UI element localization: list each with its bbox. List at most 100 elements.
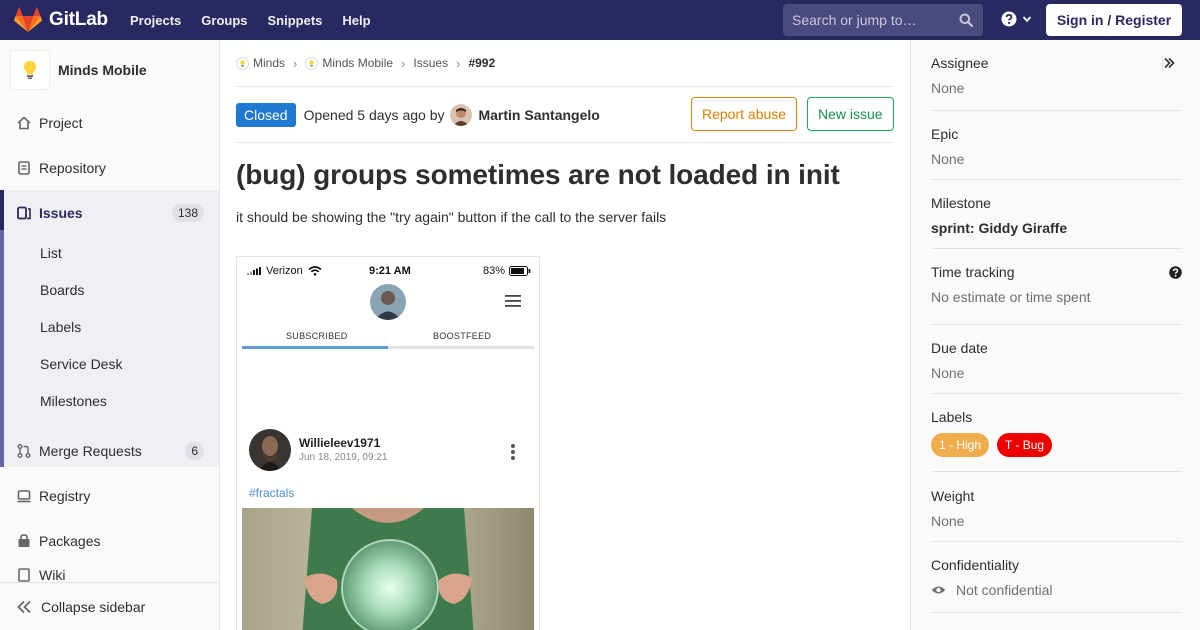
battery-icon: [509, 266, 531, 276]
sidebar-item-label: Wiki: [39, 567, 66, 582]
phone-battery-percent: 83%: [482, 265, 505, 277]
search-box: [783, 4, 983, 36]
milestone-title: Milestone: [931, 195, 991, 211]
milestone-block: Milestone sprint: Giddy Giraffe: [931, 195, 1182, 249]
phone-post-username: Willieleev1971: [299, 436, 381, 450]
author-name[interactable]: Martin Santangelo: [478, 107, 599, 123]
breadcrumb-issues[interactable]: Issues: [413, 56, 448, 70]
book-icon: [18, 568, 30, 582]
sidebar-item-label: Issues: [39, 204, 83, 221]
phone-time: 9:21 AM: [369, 265, 411, 277]
milestone-value[interactable]: sprint: Giddy Giraffe: [931, 220, 1182, 236]
more-options-icon: [511, 444, 515, 460]
sidebar-item-wiki[interactable]: Wiki: [0, 563, 219, 582]
new-issue-button[interactable]: New issue: [807, 97, 894, 131]
sidebar-item-registry[interactable]: Registry: [0, 473, 219, 518]
expand-sidebar-icon[interactable]: [1163, 57, 1175, 69]
nav-help[interactable]: Help: [342, 13, 370, 28]
phone-post-image: [242, 508, 534, 630]
attached-screenshot[interactable]: Verizon 9:21 AM 83% SUBSCRIBED BOOSTFEED…: [236, 256, 540, 630]
phone-profile-avatar: [370, 284, 406, 320]
sidebar-item-merge-requests[interactable]: Merge Requests 6: [0, 428, 219, 473]
doc-icon: [18, 160, 30, 175]
project-avatar-icon: [305, 56, 319, 70]
issue-header: Closed Opened 5 days ago by Martin Santa…: [236, 87, 894, 143]
status-badge: Closed: [236, 102, 296, 127]
registry-icon: [17, 489, 31, 502]
phone-tab-boostfeed: BOOSTFEED: [433, 331, 492, 341]
phone-feed-tabs: SUBSCRIBED BOOSTFEED: [242, 329, 534, 349]
time-tracking-title: Time tracking: [931, 264, 1015, 280]
issue-title: (bug) groups sometimes are not loaded in…: [236, 159, 840, 190]
phone-post-avatar: [249, 429, 291, 471]
collapse-sidebar-button[interactable]: Collapse sidebar: [0, 582, 219, 630]
breadcrumb-minds[interactable]: Minds: [253, 56, 285, 70]
sidebar-item-project[interactable]: Project: [0, 100, 219, 145]
epic-block: Epic None: [931, 126, 1182, 180]
due-date-block: Due date None: [931, 340, 1182, 394]
author-avatar[interactable]: [450, 103, 473, 126]
report-abuse-button[interactable]: Report abuse: [691, 97, 798, 131]
confidentiality-value: Not confidential: [956, 582, 1053, 598]
sidebar-item-label: Project: [39, 114, 83, 131]
search-input[interactable]: [792, 12, 957, 28]
merge-requests-count-badge: 6: [185, 442, 204, 460]
issue-content: Minds › Minds Mobile › Issues › #992 Clo…: [236, 40, 894, 630]
nav-snippets[interactable]: Snippets: [268, 13, 323, 28]
weight-block: Weight None: [931, 488, 1182, 542]
breadcrumb-issue-number[interactable]: #992: [468, 56, 495, 70]
submenu-labels[interactable]: Labels: [40, 319, 81, 335]
gitlab-home-link[interactable]: GitLab: [14, 7, 108, 33]
issue-sidebar: Assignee None Epic None Milestone sprint…: [910, 40, 1200, 630]
chevron-down-icon: [1022, 16, 1032, 23]
sidebar-item-label: Registry: [39, 487, 91, 504]
issues-icon: [17, 206, 31, 219]
sign-in-register-button[interactable]: Sign in / Register: [1046, 4, 1182, 36]
nav-projects[interactable]: Projects: [130, 13, 181, 28]
phone-tab-subscribed: SUBSCRIBED: [286, 331, 348, 341]
home-icon: [17, 115, 31, 129]
sidebar-item-repository[interactable]: Repository: [0, 145, 219, 190]
project-header[interactable]: Minds Mobile: [0, 40, 219, 100]
breadcrumb-separator: ›: [293, 55, 298, 71]
merge-icon: [17, 443, 31, 458]
sidebar-item-label: Repository: [39, 159, 106, 176]
breadcrumb: Minds › Minds Mobile › Issues › #992: [236, 40, 894, 87]
sidebar-item-label: Merge Requests: [39, 442, 142, 459]
assignee-title: Assignee: [931, 55, 989, 71]
submenu-list[interactable]: List: [40, 245, 62, 261]
confidentiality-title: Confidentiality: [931, 557, 1019, 573]
project-name: Minds Mobile: [58, 62, 147, 78]
submenu-service-desk[interactable]: Service Desk: [40, 356, 122, 372]
help-dropdown[interactable]: [1001, 11, 1032, 27]
collapse-sidebar-label: Collapse sidebar: [41, 598, 146, 615]
opened-text: Opened 5 days ago by: [303, 106, 445, 123]
confidentiality-block: Confidentiality Not confidential: [931, 557, 1182, 613]
breadcrumb-minds-mobile[interactable]: Minds Mobile: [322, 56, 393, 70]
due-date-value: None: [931, 365, 965, 381]
label-bug[interactable]: T - Bug: [996, 433, 1053, 457]
submenu-boards[interactable]: Boards: [40, 282, 84, 298]
phone-carrier: Verizon: [266, 265, 303, 277]
sidebar-item-packages[interactable]: Packages: [0, 518, 219, 563]
active-tab-indicator: [242, 346, 388, 349]
lightbulb-icon: [24, 61, 36, 79]
search-icon[interactable]: [959, 13, 973, 27]
project-avatar: [10, 50, 50, 90]
labels-title: Labels: [931, 409, 973, 425]
submenu-milestones[interactable]: Milestones: [40, 393, 107, 409]
eye-icon: [931, 586, 946, 594]
top-navbar: GitLab Projects Groups Snippets Help Sig…: [0, 0, 1200, 40]
weight-title: Weight: [931, 488, 975, 504]
label-high[interactable]: 1 - High: [931, 433, 990, 457]
sidebar-item-issues[interactable]: Issues 138: [0, 190, 219, 235]
question-circle-icon[interactable]: [1169, 266, 1182, 279]
weight-value: None: [931, 513, 965, 529]
breadcrumb-separator: ›: [456, 55, 461, 71]
nav-groups[interactable]: Groups: [201, 13, 247, 28]
epic-value: None: [931, 151, 965, 167]
gitlab-logo-icon: [14, 7, 42, 32]
wifi-icon: [308, 266, 322, 276]
labels-block: Labels 1 - High T - Bug: [931, 409, 1182, 472]
hamburger-menu-icon: [505, 295, 521, 307]
